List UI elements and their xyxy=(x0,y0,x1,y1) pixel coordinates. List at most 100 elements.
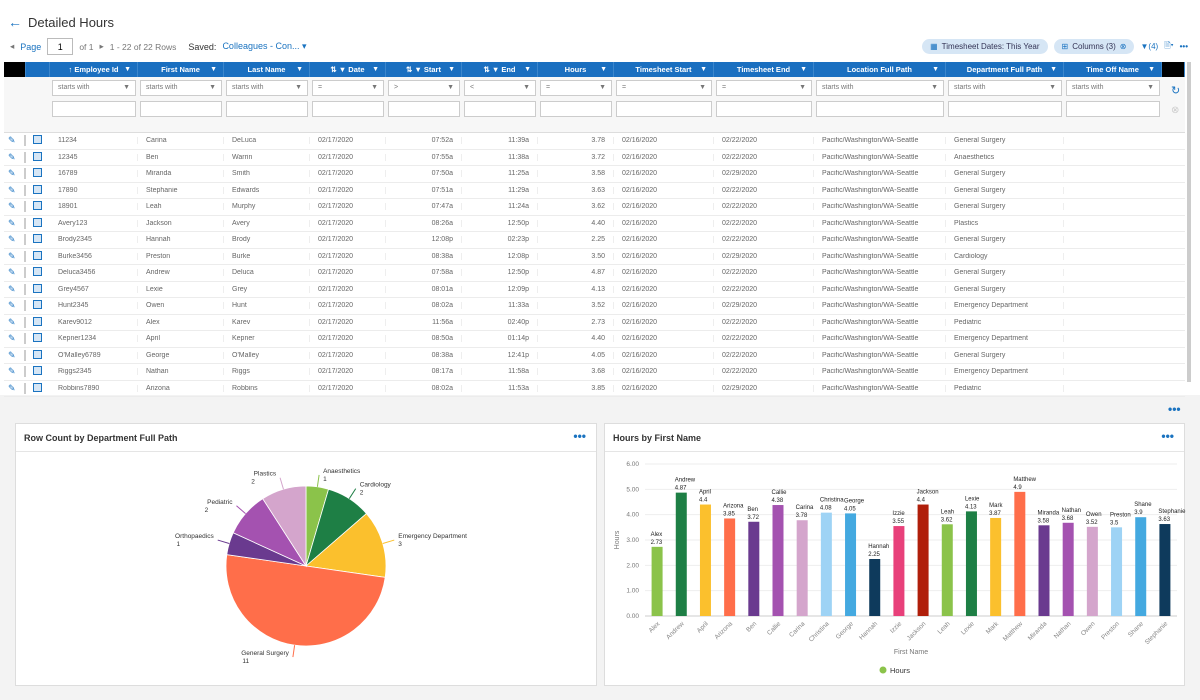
filter-value-input[interactable] xyxy=(540,100,612,117)
bar[interactable] xyxy=(1086,526,1098,616)
chevron-down-icon[interactable]: ▼ xyxy=(210,66,217,73)
table-row[interactable]: ✎ Hunt2345 Owen Hunt 02/17/2020 08:02a 11:33a 3… xyxy=(4,298,1185,315)
filter-operator-select[interactable]: starts with ▼ xyxy=(140,79,222,96)
column-header[interactable]: ⇅ ▼ Date ▼ xyxy=(310,62,386,77)
filter-value-input[interactable] xyxy=(52,100,136,117)
filter-operator-select[interactable]: > ▼ xyxy=(388,79,460,96)
filter-value-input[interactable] xyxy=(816,100,944,117)
edit-icon[interactable]: ✎ xyxy=(8,135,16,145)
table-row[interactable]: ✎ Robbins7890 Arizona Robbins 02/17/2020 08:0… xyxy=(4,381,1185,397)
chevron-down-icon[interactable]: ▼ xyxy=(124,66,131,73)
table-row[interactable]: ✎ Avery123 Jackson Avery 02/17/2020 08:26a 12:… xyxy=(4,216,1185,232)
table-row[interactable]: ✎ 18901 Leah Murphy 02/17/2020 07:47a 11:24a 3.… xyxy=(4,199,1185,216)
employee-profile-icon[interactable] xyxy=(33,135,42,145)
employee-profile-icon[interactable] xyxy=(33,382,42,392)
bar[interactable] xyxy=(893,526,905,616)
bar[interactable] xyxy=(941,524,953,616)
clear-filters-icon[interactable]: ⊗ xyxy=(1171,105,1179,116)
employee-profile-icon[interactable] xyxy=(33,201,42,211)
edit-icon[interactable]: ✎ xyxy=(8,333,16,343)
employee-profile-icon[interactable] xyxy=(33,250,42,260)
bar[interactable] xyxy=(917,504,929,616)
column-header[interactable]: ⇅ ▼ End ▼ xyxy=(462,62,538,77)
chevron-down-icon[interactable]: ▼ xyxy=(524,66,531,73)
section-more-button[interactable]: ••• xyxy=(1168,402,1181,416)
filter-value-input[interactable] xyxy=(716,100,812,117)
filter-operator-select[interactable]: = ▼ xyxy=(716,79,812,96)
table-row[interactable]: ✎ Riggs2345 Nathan Riggs 02/17/2020 08:17a 11:… xyxy=(4,364,1185,381)
edit-icon[interactable]: ✎ xyxy=(8,317,16,327)
employee-profile-icon[interactable] xyxy=(33,217,42,227)
table-row[interactable]: ✎ Deluca3456 Andrew Deluca 02/17/2020 07:58a 1… xyxy=(4,265,1185,282)
edit-icon[interactable]: ✎ xyxy=(8,152,16,162)
export-icon[interactable]: 🗎▾ xyxy=(1164,40,1173,54)
table-row[interactable]: ✎ O'Malley6789 George O'Malley 02/17/2020 08:… xyxy=(4,348,1185,364)
edit-icon[interactable]: ✎ xyxy=(8,168,16,178)
saved-view-dropdown[interactable]: Colleagues - Con... ▾ xyxy=(222,41,306,52)
bar[interactable] xyxy=(845,513,857,616)
chevron-down-icon[interactable]: ▼ xyxy=(296,66,303,73)
edit-icon[interactable]: ✎ xyxy=(8,267,16,277)
filter-operator-select[interactable]: = ▼ xyxy=(312,79,384,96)
more-button[interactable]: ••• xyxy=(1180,42,1188,51)
edit-icon[interactable]: ✎ xyxy=(8,251,16,261)
filter-operator-select[interactable]: starts with ▼ xyxy=(226,79,308,96)
bar[interactable] xyxy=(869,559,881,616)
filter-value-input[interactable] xyxy=(948,100,1062,117)
bar[interactable] xyxy=(748,521,760,616)
arrow-left-icon[interactable]: ← xyxy=(8,14,22,30)
table-row[interactable]: ✎ 17890 Stephanie Edwards 02/17/2020 07:51a 11… xyxy=(4,183,1185,199)
bar[interactable] xyxy=(796,520,808,616)
bar[interactable] xyxy=(651,546,663,616)
chevron-down-icon[interactable]: ▼ xyxy=(932,66,939,73)
table-row[interactable]: ✎ 11234 Carina DeLuca 02/17/2020 07:52a 11:39a… xyxy=(4,133,1185,150)
filter-operator-select[interactable]: = ▼ xyxy=(616,79,712,96)
table-row[interactable]: ✎ Kepner1234 April Kepner 02/17/2020 08:50a 01… xyxy=(4,331,1185,348)
prev-page-icon[interactable]: ◂ xyxy=(10,41,14,52)
filter-value-input[interactable] xyxy=(616,100,712,117)
column-header[interactable]: Last Name ▼ xyxy=(224,62,310,77)
column-header[interactable]: Location Full Path ▼ xyxy=(814,62,946,77)
bar[interactable] xyxy=(1111,527,1123,616)
filter-value-input[interactable] xyxy=(226,100,308,117)
chevron-down-icon[interactable]: ▼ xyxy=(1050,66,1057,73)
filter-button[interactable]: ▼(4) xyxy=(1140,42,1158,51)
filter-operator-select[interactable]: starts with ▼ xyxy=(52,79,136,96)
filter-operator-select[interactable]: < ▼ xyxy=(464,79,536,96)
bar[interactable] xyxy=(1135,517,1147,616)
employee-profile-icon[interactable] xyxy=(33,168,42,178)
column-header[interactable]: First Name ▼ xyxy=(138,62,224,77)
edit-icon[interactable]: ✎ xyxy=(8,234,16,244)
column-header[interactable]: Timesheet End ▼ xyxy=(714,62,814,77)
bar[interactable] xyxy=(675,492,687,616)
filter-value-input[interactable] xyxy=(1066,100,1160,117)
employee-profile-icon[interactable] xyxy=(33,349,42,359)
employee-profile-icon[interactable] xyxy=(33,300,42,310)
employee-profile-icon[interactable] xyxy=(33,283,42,293)
reset-icon[interactable]: ↻ xyxy=(1171,84,1180,97)
chevron-down-icon[interactable]: ▼ xyxy=(800,66,807,73)
next-page-icon[interactable]: ▸ xyxy=(100,41,104,52)
filter-value-input[interactable] xyxy=(140,100,222,117)
bar[interactable] xyxy=(820,512,832,616)
bar[interactable] xyxy=(1159,524,1171,616)
grid-scrollbar[interactable] xyxy=(1187,62,1191,382)
employee-profile-icon[interactable] xyxy=(33,267,42,277)
chevron-down-icon[interactable]: ▼ xyxy=(1148,66,1155,73)
table-row[interactable]: ✎ 12345 Ben Warrin 02/17/2020 07:55a 11:38a 3.7… xyxy=(4,150,1185,166)
filter-operator-select[interactable]: starts with ▼ xyxy=(1066,79,1160,96)
bar[interactable] xyxy=(990,517,1002,616)
bar[interactable] xyxy=(1062,522,1074,616)
column-header[interactable]: Department Full Path ▼ xyxy=(946,62,1064,77)
edit-icon[interactable]: ✎ xyxy=(8,383,16,393)
edit-icon[interactable]: ✎ xyxy=(8,366,16,376)
filter-operator-select[interactable]: starts with ▼ xyxy=(948,79,1062,96)
column-header[interactable]: Hours ▼ xyxy=(538,62,614,77)
edit-icon[interactable]: ✎ xyxy=(8,350,16,360)
employee-profile-icon[interactable] xyxy=(33,366,42,376)
table-row[interactable]: ✎ Grey4567 Lexie Grey 02/17/2020 08:01a 12:09p… xyxy=(4,282,1185,298)
columns-chip[interactable]: ⊞ Columns (3) ⊗ xyxy=(1053,39,1135,54)
employee-profile-icon[interactable] xyxy=(33,184,42,194)
legend-label[interactable]: Hours xyxy=(890,666,910,675)
edit-icon[interactable]: ✎ xyxy=(8,300,16,310)
